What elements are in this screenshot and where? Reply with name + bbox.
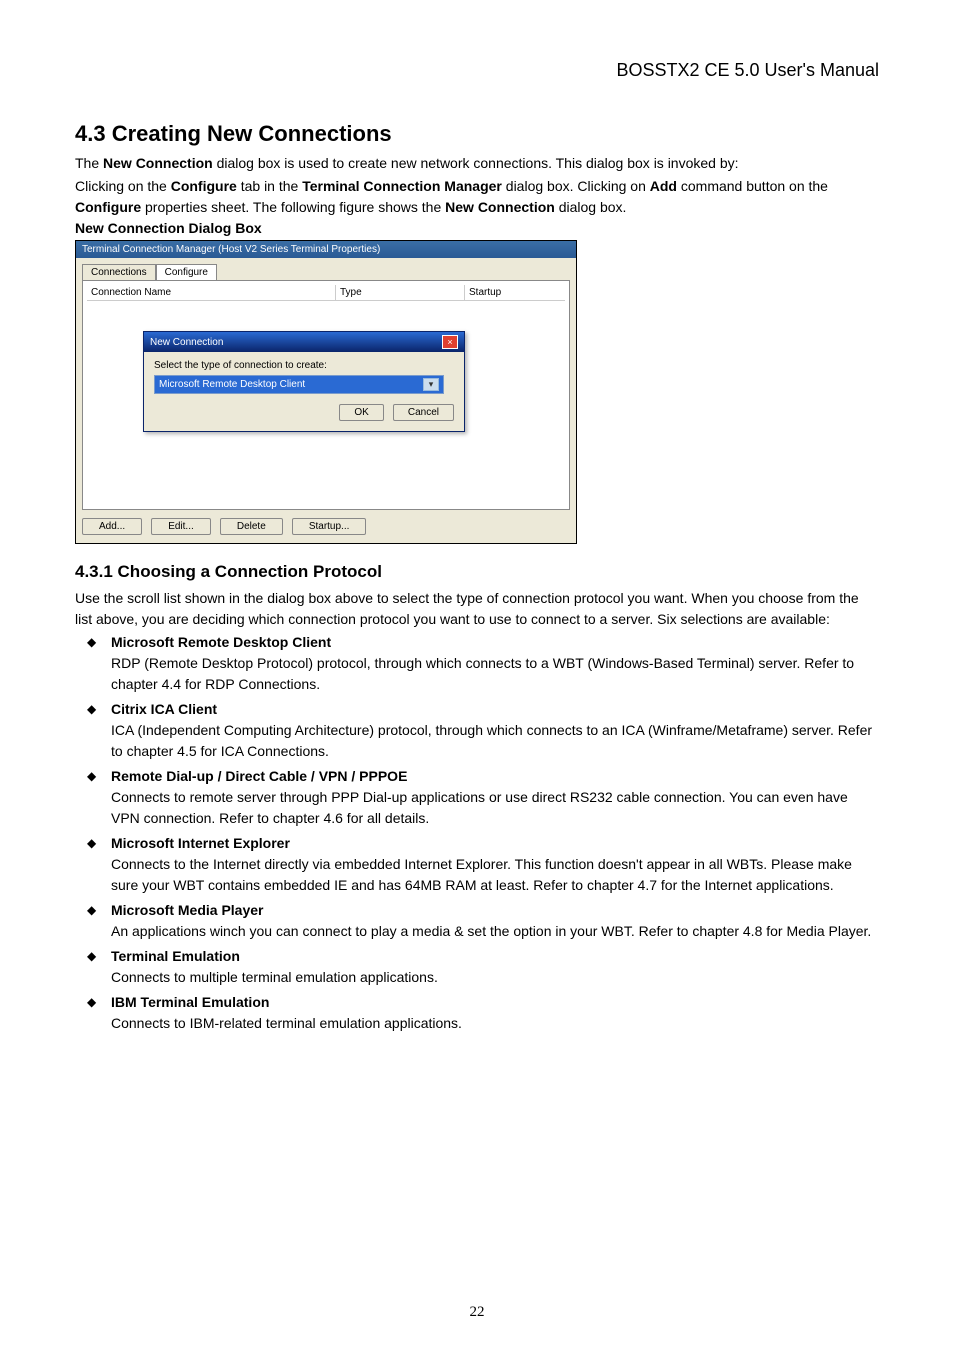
protocol-desc: ICA (Independent Computing Architecture)…	[111, 720, 879, 762]
new-connection-dialog: New Connection × Select the type of conn…	[143, 331, 465, 432]
protocol-title: IBM Terminal Emulation	[111, 994, 269, 1010]
list-item: Terminal Emulation Connects to multiple …	[75, 946, 879, 988]
close-icon[interactable]: ×	[442, 335, 458, 349]
dialog-body: Select the type of connection to create:…	[144, 352, 464, 431]
tab-connections[interactable]: Connections	[82, 264, 156, 280]
delete-button[interactable]: Delete	[220, 518, 283, 535]
protocol-title: Remote Dial-up / Direct Cable / VPN / PP…	[111, 768, 407, 784]
protocol-title: Citrix ICA Client	[111, 701, 217, 717]
subsection-intro: Use the scroll list shown in the dialog …	[75, 588, 879, 630]
list-item: IBM Terminal Emulation Connects to IBM-r…	[75, 992, 879, 1034]
text: dialog box. Clicking on	[502, 178, 650, 194]
text: dialog box is used to create new network…	[213, 155, 739, 171]
col-type: Type	[335, 285, 464, 300]
dialog-label: Select the type of connection to create:	[154, 360, 454, 371]
subsection-heading: 4.3.1 Choosing a Connection Protocol	[75, 562, 879, 582]
list-item: Remote Dial-up / Direct Cable / VPN / PP…	[75, 766, 879, 829]
tab-configure[interactable]: Configure	[156, 264, 217, 280]
term-configure-2: Configure	[75, 199, 141, 215]
protocol-desc: Connects to the Internet directly via em…	[111, 854, 879, 896]
protocol-desc: Connects to IBM-related terminal emulati…	[111, 1013, 879, 1034]
window-titlebar: Terminal Connection Manager (Host V2 Ser…	[76, 241, 576, 258]
protocol-title: Microsoft Media Player	[111, 902, 264, 918]
term-configure: Configure	[171, 178, 237, 194]
page-header: BOSSTX2 CE 5.0 User's Manual	[75, 60, 879, 81]
section-intro-1: The New Connection dialog box is used to…	[75, 153, 879, 174]
text: Clicking on the	[75, 178, 171, 194]
chevron-down-icon[interactable]: ▾	[423, 378, 439, 391]
select-value: Microsoft Remote Desktop Client	[159, 379, 305, 390]
text: The	[75, 155, 103, 171]
ok-button[interactable]: OK	[339, 404, 383, 421]
term-new-connection: New Connection	[103, 155, 213, 171]
configure-panel: Connection Name Type Startup New Connect…	[82, 280, 570, 510]
text: command button on the	[677, 178, 828, 194]
protocol-title: Microsoft Internet Explorer	[111, 835, 290, 851]
protocol-list: Microsoft Remote Desktop Client RDP (Rem…	[75, 632, 879, 1034]
text: dialog box.	[555, 199, 627, 215]
protocol-desc: Connects to multiple terminal emulation …	[111, 967, 879, 988]
add-button[interactable]: Add...	[82, 518, 142, 535]
button-bar: Add... Edit... Delete Startup...	[76, 510, 576, 543]
figure-caption: New Connection Dialog Box	[75, 220, 879, 236]
term-add: Add	[650, 178, 677, 194]
protocol-title: Terminal Emulation	[111, 948, 240, 964]
protocol-desc: An applications winch you can connect to…	[111, 921, 879, 942]
dialog-title-text: New Connection	[150, 337, 223, 348]
list-item: Citrix ICA Client ICA (Independent Compu…	[75, 699, 879, 762]
col-startup: Startup	[464, 285, 565, 300]
col-connection-name: Connection Name	[87, 285, 335, 300]
tab-row: ConnectionsConfigure	[76, 258, 576, 280]
text: tab in the	[237, 178, 302, 194]
dialog-titlebar: New Connection ×	[144, 332, 464, 352]
protocol-desc: Connects to remote server through PPP Di…	[111, 787, 879, 829]
page-number: 22	[0, 1304, 954, 1321]
startup-button[interactable]: Startup...	[292, 518, 367, 535]
protocol-desc: RDP (Remote Desktop Protocol) protocol, …	[111, 653, 879, 695]
cancel-button[interactable]: Cancel	[393, 404, 454, 421]
term-new-connection-2: New Connection	[445, 199, 555, 215]
list-item: Microsoft Media Player An applications w…	[75, 900, 879, 942]
protocol-title: Microsoft Remote Desktop Client	[111, 634, 331, 650]
figure-screenshot: Terminal Connection Manager (Host V2 Ser…	[75, 240, 577, 544]
list-item: Microsoft Remote Desktop Client RDP (Rem…	[75, 632, 879, 695]
list-item: Microsoft Internet Explorer Connects to …	[75, 833, 879, 896]
section-heading: 4.3 Creating New Connections	[75, 121, 879, 147]
connection-type-select[interactable]: Microsoft Remote Desktop Client ▾	[154, 375, 444, 394]
edit-button[interactable]: Edit...	[151, 518, 211, 535]
term-tcm: Terminal Connection Manager	[302, 178, 502, 194]
text: properties sheet. The following figure s…	[141, 199, 445, 215]
column-headers: Connection Name Type Startup	[87, 285, 565, 301]
section-intro-2: Clicking on the Configure tab in the Ter…	[75, 176, 879, 218]
